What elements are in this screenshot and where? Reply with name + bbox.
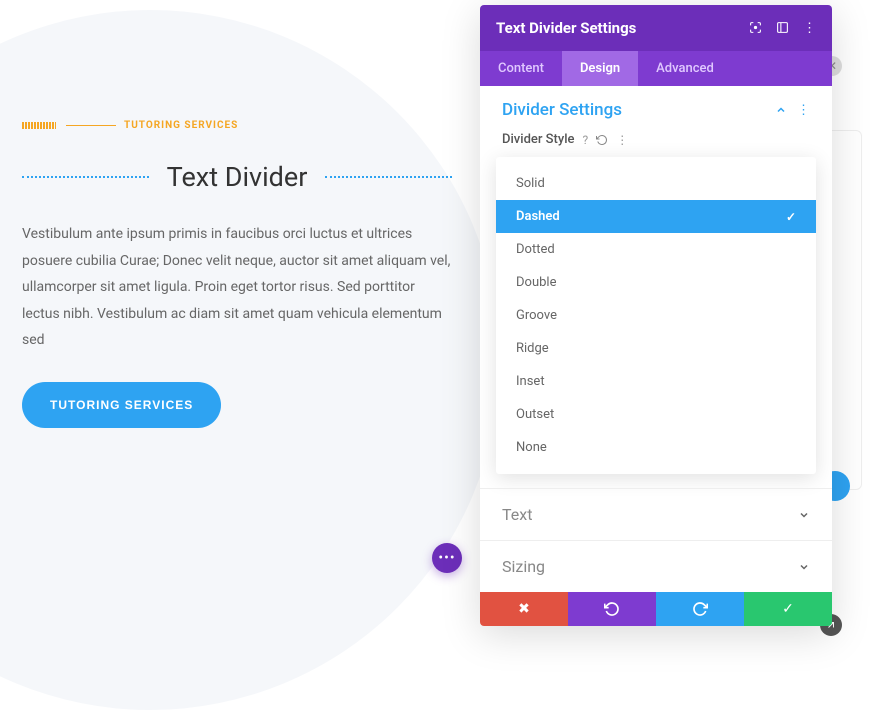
section-text[interactable]: Text — [480, 488, 832, 540]
field-label: Divider Style — [502, 132, 575, 147]
tab-design[interactable]: Design — [562, 51, 638, 86]
focus-icon[interactable] — [749, 21, 762, 36]
panel-body: Divider Settings ⋮ Divider Style ? ⋮ Sol… — [480, 86, 832, 592]
undo-icon — [604, 601, 620, 617]
panel-title: Text Divider Settings — [496, 19, 636, 37]
section-more-icon[interactable]: ⋮ — [797, 103, 810, 118]
divider-heading: Text Divider — [22, 161, 452, 193]
cancel-button[interactable]: ✖ — [480, 592, 568, 626]
accent-line-icon — [66, 125, 116, 126]
section-sizing[interactable]: Sizing — [480, 540, 832, 592]
reset-icon[interactable] — [596, 134, 608, 146]
field-more-icon[interactable]: ⋮ — [616, 133, 628, 147]
panel-tabs: Content Design Advanced — [480, 51, 832, 86]
option-outset[interactable]: Outset — [496, 398, 816, 431]
section-actions: ⋮ — [775, 103, 810, 118]
body-text: Vestibulum ante ipsum primis in faucibus… — [22, 221, 452, 354]
option-groove[interactable]: Groove — [496, 299, 816, 332]
option-solid[interactable]: Solid — [496, 167, 816, 200]
section-title: Divider Settings — [502, 100, 622, 120]
option-dashed-label: Dashed — [516, 209, 560, 224]
section-text-label: Text — [502, 505, 532, 524]
option-none[interactable]: None — [496, 431, 816, 464]
divider-style-dropdown: Solid Dashed ✓ Dotted Double Groove Ridg… — [496, 157, 816, 474]
accent-bar-icon — [22, 122, 56, 129]
chevron-down-icon — [798, 509, 810, 521]
services-label: TUTORING SERVICES — [124, 120, 238, 131]
divider-dots-right-icon — [325, 176, 452, 178]
cancel-icon: ✖ — [518, 601, 530, 617]
panel-header: Text Divider Settings ⋮ — [480, 5, 832, 51]
help-icon[interactable]: ? — [583, 133, 589, 147]
settings-panel: Text Divider Settings ⋮ Content Design A… — [480, 5, 832, 626]
undo-button[interactable] — [568, 592, 656, 626]
option-dotted[interactable]: Dotted — [496, 233, 816, 266]
collapse-icon[interactable] — [775, 104, 787, 116]
chevron-down-icon — [798, 561, 810, 573]
section-sizing-label: Sizing — [502, 557, 545, 576]
content-area: TUTORING SERVICES Text Divider Vestibulu… — [22, 120, 452, 428]
expand-icon[interactable] — [776, 21, 789, 36]
panel-header-actions: ⋮ — [749, 21, 816, 36]
option-double[interactable]: Double — [496, 266, 816, 299]
tab-advanced[interactable]: Advanced — [638, 51, 732, 86]
divider-style-field: Divider Style ? ⋮ — [480, 132, 832, 157]
tutoring-services-button[interactable]: TUTORING SERVICES — [22, 382, 221, 428]
more-dots-icon: ••• — [438, 550, 455, 566]
check-icon: ✓ — [786, 210, 796, 224]
tab-content[interactable]: Content — [480, 51, 562, 86]
option-ridge[interactable]: Ridge — [496, 332, 816, 365]
divider-dots-left-icon — [22, 176, 149, 178]
services-bar: TUTORING SERVICES — [22, 120, 452, 131]
redo-icon — [692, 601, 708, 617]
confirm-icon: ✓ — [782, 601, 794, 617]
divider-title: Text Divider — [149, 161, 326, 193]
more-fab-button[interactable]: ••• — [432, 543, 462, 573]
option-inset[interactable]: Inset — [496, 365, 816, 398]
redo-button[interactable] — [656, 592, 744, 626]
panel-footer: ✖ ✓ — [480, 592, 832, 626]
option-dashed[interactable]: Dashed ✓ — [496, 200, 816, 233]
confirm-button[interactable]: ✓ — [744, 592, 832, 626]
panel-more-icon[interactable]: ⋮ — [803, 21, 816, 36]
section-header-divider: Divider Settings ⋮ — [480, 86, 832, 132]
